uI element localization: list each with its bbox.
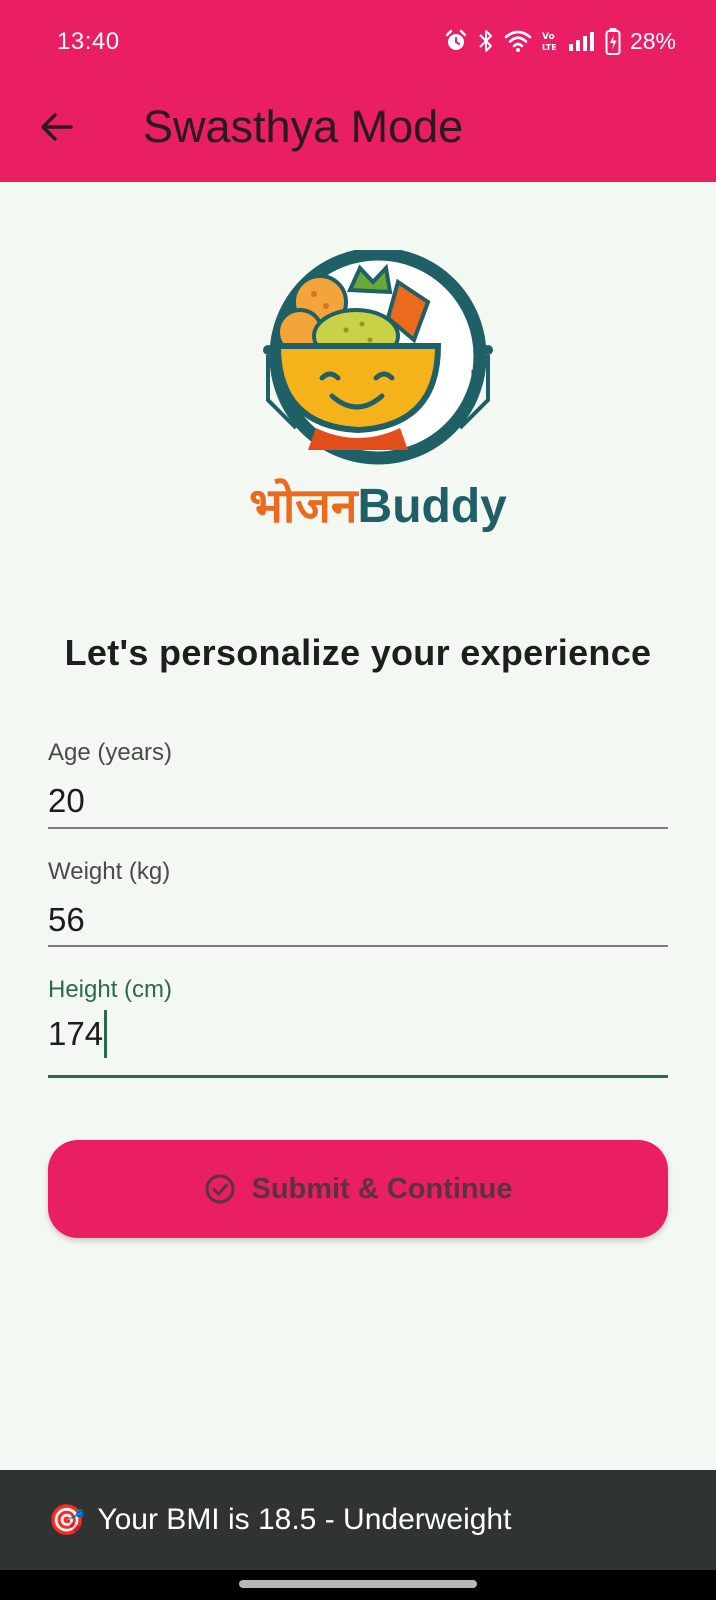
- arrow-back-icon: [41, 113, 73, 141]
- bmi-message: Your BMI is 18.5 - Underweight: [97, 1503, 512, 1536]
- height-label: Height (cm): [48, 976, 173, 1003]
- volte-icon: Vo LTE: [542, 32, 557, 52]
- submit-label: Submit & Continue: [251, 1172, 513, 1205]
- height-underline: [48, 1075, 668, 1078]
- bmi-snackbar: 🎯 Your BMI is 18.5 - Underweight: [0, 1470, 716, 1570]
- bluetooth-icon: [479, 30, 492, 52]
- height-field[interactable]: Height (cm) 174: [48, 976, 668, 1078]
- logo-word-hindi: भोजन: [249, 480, 358, 533]
- height-input[interactable]: 174: [48, 1010, 668, 1058]
- gesture-handle[interactable]: [239, 1580, 477, 1588]
- age-underline: [48, 827, 668, 829]
- status-bar: 13:40 Vo LTE 28%: [0, 0, 716, 84]
- age-label: Age (years): [48, 739, 173, 766]
- app-logo: भोजनBuddy: [238, 250, 518, 540]
- back-button[interactable]: [30, 100, 84, 154]
- weight-underline: [48, 945, 668, 947]
- alarm-icon: [445, 29, 467, 50]
- weight-field[interactable]: Weight (kg) 56: [48, 858, 668, 948]
- form-heading: Let's personalize your experience: [64, 632, 652, 673]
- signal-icon: [568, 32, 594, 51]
- text-cursor: [104, 1010, 108, 1058]
- system-nav-bar: [0, 1570, 716, 1600]
- wifi-icon: [504, 30, 532, 52]
- weight-input[interactable]: 56: [48, 896, 668, 944]
- battery-percentage: 28%: [629, 27, 676, 54]
- status-time: 13:40: [57, 28, 120, 55]
- age-field[interactable]: Age (years) 20: [48, 739, 668, 829]
- logo-word-english: Buddy: [357, 480, 507, 533]
- weight-label: Weight (kg): [48, 858, 171, 885]
- svg-text:LTE: LTE: [542, 43, 557, 52]
- food-bowl-mascot-icon: [263, 250, 493, 465]
- svg-text:Vo: Vo: [542, 32, 555, 42]
- status-icons: Vo LTE 28%: [444, 26, 676, 56]
- height-value: 174: [48, 1015, 104, 1052]
- logo-wordmark: भोजनBuddy: [238, 472, 518, 537]
- battery-icon: [605, 28, 621, 55]
- page-title: Swasthya Mode: [143, 101, 464, 152]
- age-input[interactable]: 20: [48, 777, 668, 825]
- app-bar: 13:40 Vo LTE 28% Swasthya Mode: [0, 0, 716, 182]
- target-icon: 🎯: [48, 1503, 86, 1537]
- check-circle-icon: [205, 1174, 234, 1204]
- submit-button[interactable]: Submit & Continue: [48, 1140, 668, 1238]
